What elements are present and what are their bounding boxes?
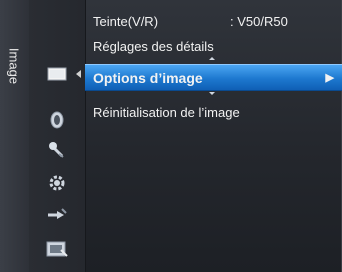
- picture-icon[interactable]: [43, 61, 81, 87]
- category-tab[interactable]: Image: [0, 0, 30, 272]
- menu-item-picture-reset[interactable]: Réinitialisation de l’image: [85, 101, 342, 125]
- scroll-up-indicator: [209, 57, 215, 60]
- menu-item-detail-settings[interactable]: Réglages des détails: [85, 35, 342, 59]
- sound-icon[interactable]: [43, 107, 71, 133]
- category-label: Image: [6, 47, 22, 85]
- channel-icon[interactable]: [43, 137, 71, 163]
- menu-item-label: Réglages des détails: [93, 39, 214, 54]
- input-icon[interactable]: [43, 202, 71, 228]
- menu-item-label: Réinitialisation de l’image: [93, 105, 240, 120]
- submenu-arrow-icon: ▶: [325, 72, 334, 84]
- application-icon[interactable]: [43, 236, 71, 262]
- category-icon-column: [29, 0, 86, 272]
- scroll-down-indicator: [209, 92, 215, 95]
- options-menu: Teinte(V/R) : V50/R50 Réglages des détai…: [85, 0, 342, 272]
- menu-item-value: : V50/R50: [230, 14, 288, 29]
- menu-window: Image Teinte(V/R): V50/R50 Réglages des…: [0, 0, 342, 272]
- menu-item-tint[interactable]: Teinte(V/R) : V50/R50: [85, 10, 342, 34]
- menu-item-label: Teinte(V/R): [93, 14, 159, 29]
- menu-item-picture-options[interactable]: Options d’image ▶: [85, 64, 342, 91]
- setup-icon[interactable]: [43, 170, 71, 196]
- menu-item-label: Options d’image: [93, 70, 203, 86]
